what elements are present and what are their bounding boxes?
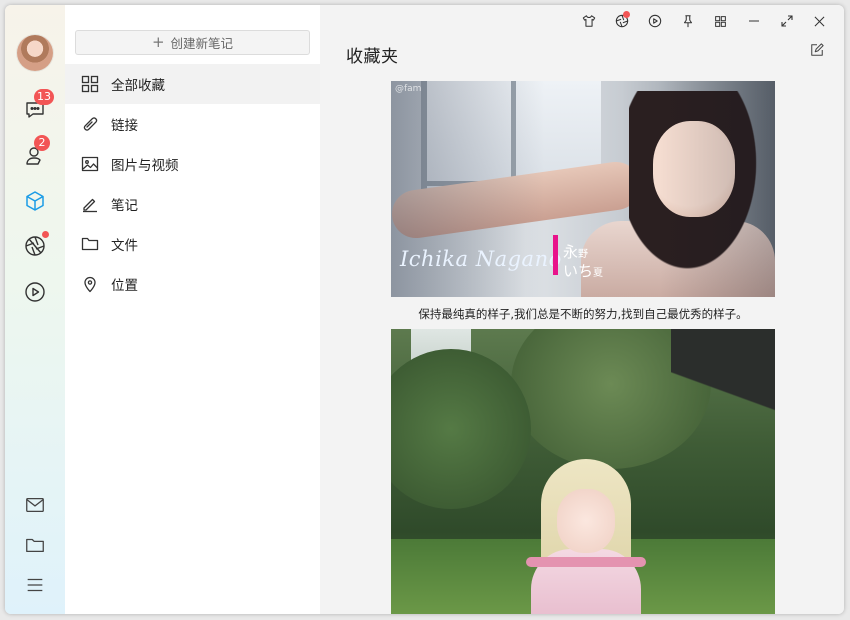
photo-face [557,489,615,553]
edit-button[interactable] [810,42,824,61]
jp-line1-main: 永 [563,243,578,261]
new-note-label: 创建新笔记 [171,33,234,52]
folder-icon [24,534,46,556]
moments-new-dot [42,231,49,238]
nav-item-files[interactable]: 文件 [65,224,320,264]
nav-item-label: 全部收藏 [111,74,165,94]
moments-button[interactable] [20,231,50,261]
jp-line1-small: 野 [578,249,588,260]
hamburger-menu-icon [24,574,46,596]
edit-icon [810,43,824,57]
mini-program-button[interactable] [704,11,737,31]
avatar[interactable] [17,35,53,71]
image-caption: 保持最纯真的样子,我们总是不断的努力,找到自己最优秀的样子。 [391,306,775,322]
photo-ribbon [526,557,646,567]
jp-line2-main: いち [563,262,593,280]
favorites-button[interactable] [20,186,50,216]
pin-icon [681,14,695,28]
category-panel: + 创建新笔记 全部收藏 链接 [65,5,320,614]
new-note-button[interactable]: + 创建新笔记 [75,30,310,55]
nav-item-label: 链接 [111,114,138,134]
folder-icon [81,235,99,253]
mail-button[interactable] [20,490,50,520]
expand-icon [781,15,793,27]
category-nav: 全部收藏 链接 图片与视频 [65,64,320,304]
favorites-list: @fam Ichika Nagano 永野 いち夏 保持最纯真的样子,我们总是不… [391,81,775,614]
more-menu-button[interactable] [20,570,50,600]
image-icon [81,155,99,173]
moments-toolbar-button[interactable] [605,11,638,31]
favorite-image-card[interactable] [391,329,775,614]
chat-button[interactable]: 13 [20,95,50,125]
grid-icon [81,75,99,93]
nav-item-all-favorites[interactable]: 全部收藏 [65,64,320,104]
nav-item-images-videos[interactable]: 图片与视频 [65,144,320,184]
tshirt-icon [582,14,596,28]
moments-toolbar-dot [623,11,630,18]
photo-roof [671,329,775,439]
overlay-accent-bar [553,235,558,275]
image-overlay-jp-line2: いち夏 [563,260,603,281]
image-overlay-name: Ichika Nagano [400,247,562,271]
nav-item-location[interactable]: 位置 [65,264,320,304]
close-icon [814,16,825,27]
nav-item-label: 图片与视频 [111,154,179,174]
pin-button[interactable] [671,11,704,31]
image-overlay-jp-line1: 永野 [563,241,588,262]
main-area: 收藏夹 @fam Ichika Nagano 永野 [320,5,844,614]
channels-button[interactable] [20,277,50,307]
close-button[interactable] [803,11,836,31]
nav-item-label: 位置 [111,274,138,294]
photo-tree [391,349,531,509]
contacts-button[interactable]: 2 [20,141,50,171]
page-title: 收藏夹 [346,42,399,67]
minimize-button[interactable] [737,11,770,31]
image-watermark: @fam [395,84,421,94]
mail-icon [24,494,46,516]
channels-toolbar-button[interactable] [638,11,671,31]
favorite-image-card[interactable]: @fam Ichika Nagano 永野 いち夏 [391,81,775,297]
jp-line2-small: 夏 [593,268,603,279]
files-button[interactable] [20,530,50,560]
plus-icon: + [152,35,165,50]
nav-item-label: 笔记 [111,194,138,214]
minimize-icon [748,15,760,27]
maximize-button[interactable] [770,11,803,31]
window-toolbar [572,11,836,31]
favorites-window: 13 2 [5,5,844,614]
contacts-badge: 2 [34,135,50,151]
nav-item-links[interactable]: 链接 [65,104,320,144]
cube-icon [23,189,47,213]
skin-button[interactable] [572,11,605,31]
pen-icon [81,195,99,213]
location-pin-icon [81,275,99,293]
grid-icon [714,15,727,28]
nav-item-label: 文件 [111,234,138,254]
chat-unread-badge: 13 [34,89,54,105]
left-rail: 13 2 [5,5,65,614]
link-icon [81,115,99,133]
play-circle-icon [648,14,662,28]
nav-item-notes[interactable]: 笔记 [65,184,320,224]
play-circle-icon [23,280,47,304]
